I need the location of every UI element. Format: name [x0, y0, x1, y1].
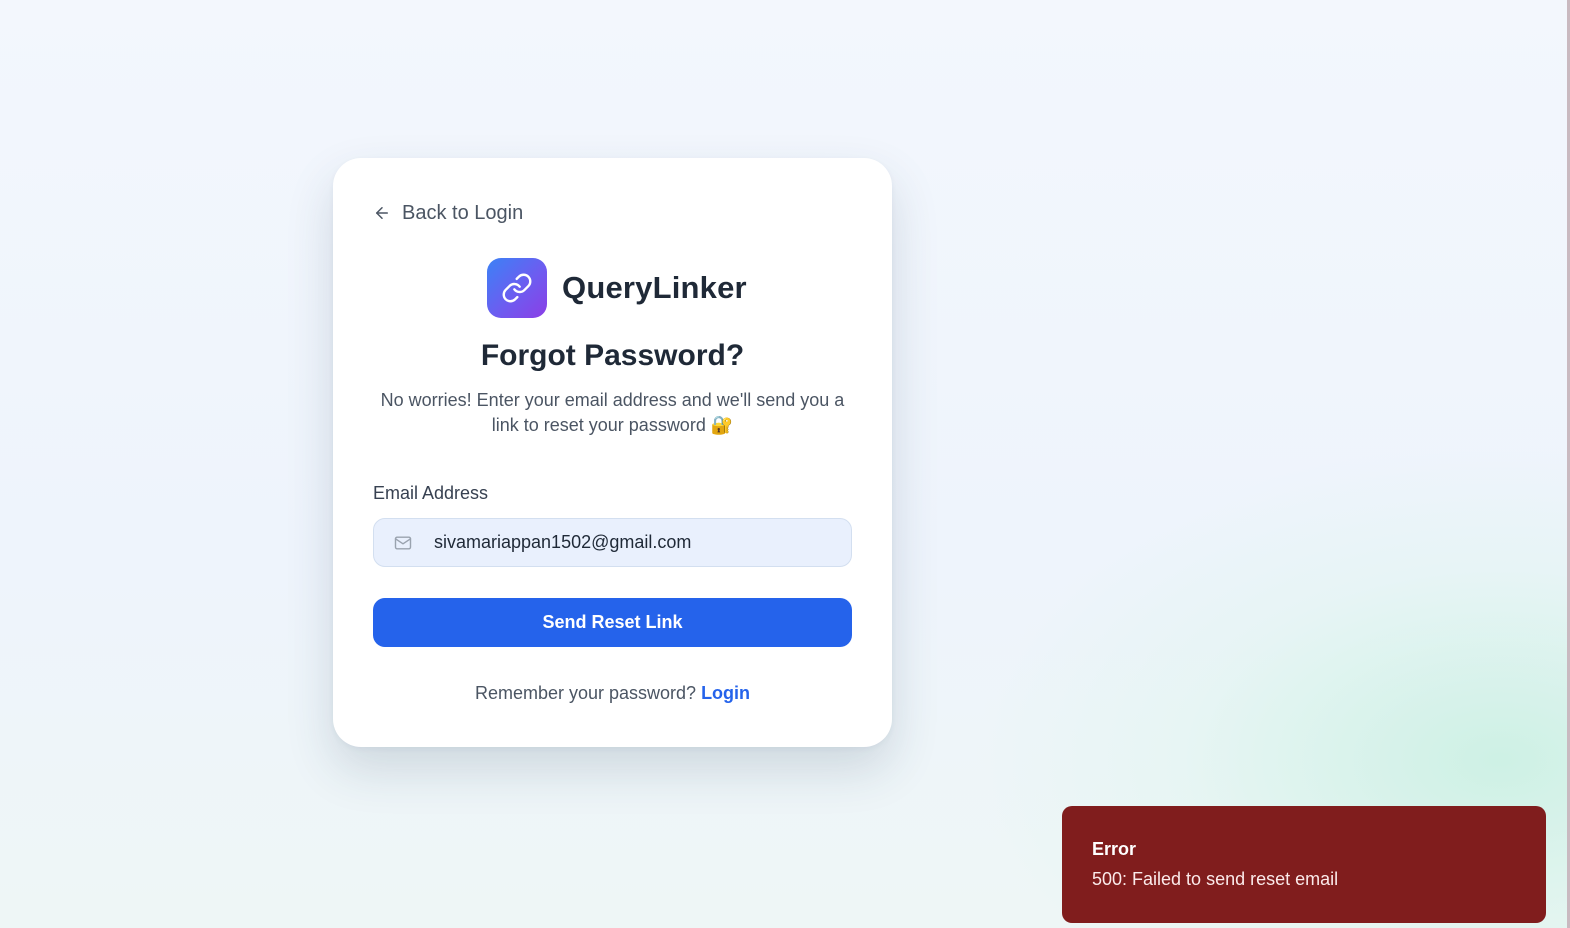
brand-name: QueryLinker: [562, 270, 747, 305]
brand: QueryLinker: [487, 258, 747, 318]
login-prompt-text: Remember your password?: [474, 683, 697, 703]
app-logo: [487, 258, 547, 318]
email-field[interactable]: sivamariappan1502@gmail.com: [373, 518, 852, 567]
email-label: Email Address: [373, 483, 489, 503]
link-icon: [502, 273, 532, 303]
back-to-login-label: Back to Login: [402, 201, 524, 224]
login-link[interactable]: Login: [701, 683, 750, 703]
arrow-left-icon: [376, 207, 388, 219]
email-value: sivamariappan1502@gmail.com: [434, 532, 692, 552]
send-reset-link-button[interactable]: Send Reset Link: [373, 598, 852, 647]
login-prompt: Remember your password? Login: [333, 683, 892, 704]
mail-icon: [394, 535, 412, 550]
page-subtitle: No worries! Enter your email address and…: [380, 390, 845, 435]
toast-message: 500: Failed to send reset email: [1092, 869, 1339, 889]
back-to-login-link[interactable]: Back to Login: [373, 200, 523, 226]
page-title: Forgot Password?: [480, 339, 745, 372]
forgot-password-card: Back to Login QueryLinker Forgot Passwor…: [333, 158, 892, 747]
error-toast[interactable]: Error 500: Failed to send reset email: [1062, 806, 1546, 923]
toast-title: Error: [1092, 839, 1137, 859]
